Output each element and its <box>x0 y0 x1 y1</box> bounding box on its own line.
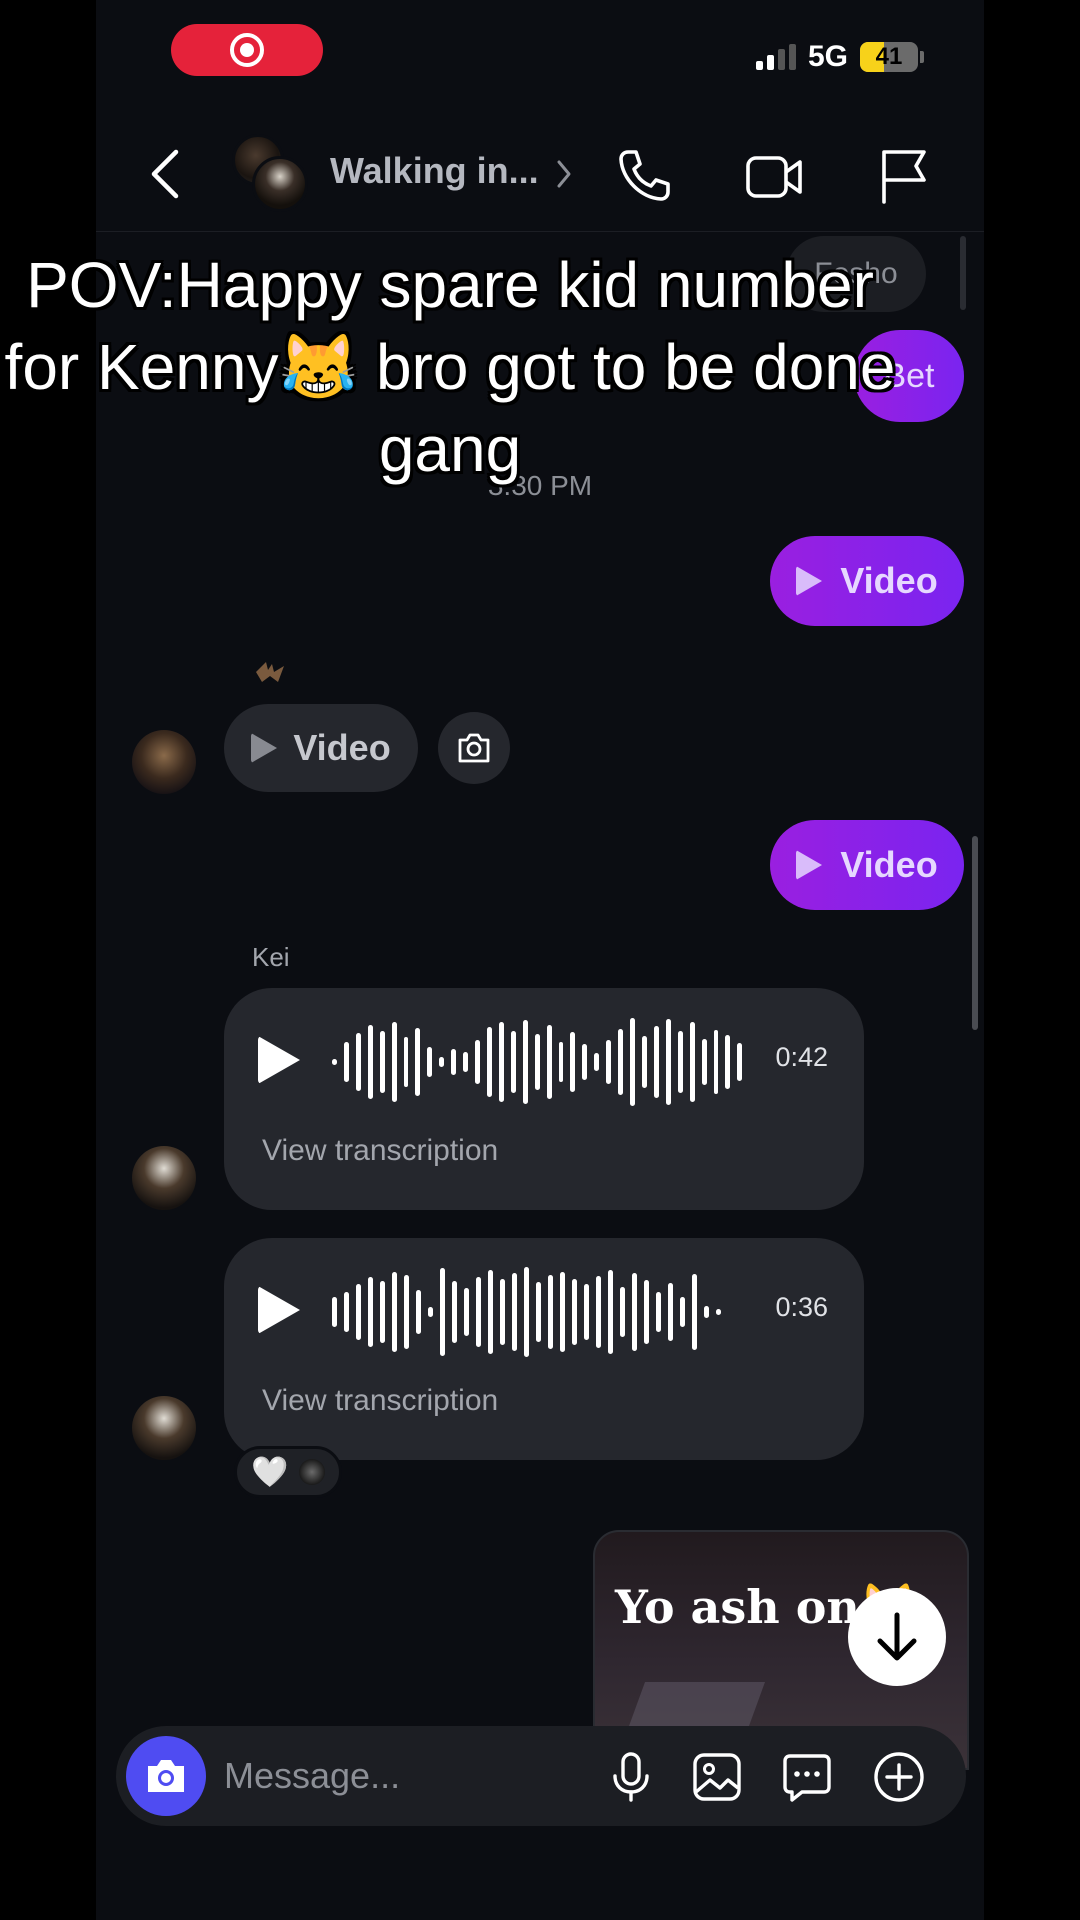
video-message-sent[interactable]: Video <box>770 820 964 910</box>
scrollbar-track <box>960 236 966 310</box>
avatar[interactable] <box>132 1396 196 1460</box>
sender-name: Kei <box>252 942 290 972</box>
scrollbar-thumb[interactable] <box>972 836 978 1030</box>
network-label: 5G <box>807 40 848 73</box>
arrow-down-icon <box>877 1612 917 1661</box>
avatar[interactable] <box>132 1146 196 1210</box>
bat-emoji-icon <box>256 662 284 682</box>
heart-reaction: 🤍 <box>251 1455 289 1489</box>
voice-duration: 0:36 <box>775 1292 828 1322</box>
play-icon <box>796 850 823 880</box>
audio-waveform[interactable] <box>332 1016 743 1108</box>
video-message-sent[interactable]: Video <box>770 536 964 626</box>
gallery-icon[interactable] <box>690 1750 744 1804</box>
play-icon <box>796 566 823 596</box>
overlay-caption: POV:Happy spare kid number for Kenny😹 br… <box>4 249 896 485</box>
camera-button[interactable] <box>126 1736 206 1816</box>
group-avatar[interactable] <box>232 134 308 212</box>
reactor-avatar <box>298 1459 325 1485</box>
chat-title[interactable]: Walking in... <box>330 150 539 192</box>
video-label: Video <box>840 844 938 885</box>
camera-icon <box>458 733 490 763</box>
voice-message[interactable]: 0:42 View transcription <box>224 988 864 1210</box>
battery-level: 41 <box>875 43 903 70</box>
back-arrow-icon[interactable] <box>146 146 186 202</box>
voice-message[interactable]: 0:36 View transcription <box>224 1238 864 1460</box>
add-icon[interactable] <box>872 1750 926 1804</box>
audio-waveform[interactable] <box>332 1266 742 1358</box>
view-transcription-link[interactable]: View transcription <box>262 1384 498 1418</box>
status-bar: 5G 41 <box>755 40 924 74</box>
video-label: Video <box>840 560 938 601</box>
camera-icon <box>148 1760 184 1792</box>
chevron-right-icon[interactable] <box>554 156 574 192</box>
record-icon <box>230 33 264 67</box>
chat-header: Walking in... <box>96 120 984 232</box>
view-transcription-link[interactable]: View transcription <box>262 1134 498 1168</box>
play-icon[interactable] <box>258 1036 300 1084</box>
screen-record-indicator[interactable] <box>171 24 323 76</box>
report-flag-icon[interactable] <box>872 144 936 208</box>
play-icon <box>251 733 278 763</box>
avatar[interactable] <box>132 730 196 794</box>
play-icon[interactable] <box>258 1286 300 1334</box>
message-composer <box>116 1726 966 1826</box>
phone-call-icon[interactable] <box>612 144 676 208</box>
message-input[interactable] <box>224 1750 584 1802</box>
battery-icon: 41 <box>860 42 918 72</box>
microphone-icon[interactable] <box>604 1750 658 1804</box>
sticker-chat-icon[interactable] <box>780 1750 834 1804</box>
signal-icon <box>755 44 796 70</box>
voice-duration: 0:42 <box>775 1042 828 1072</box>
video-message-received[interactable]: Video <box>224 704 418 792</box>
video-call-icon[interactable] <box>742 144 806 208</box>
camera-reply-button[interactable] <box>438 712 510 784</box>
video-label: Video <box>293 727 391 768</box>
message-reaction[interactable]: 🤍 <box>234 1446 342 1498</box>
scroll-to-bottom-button[interactable] <box>848 1588 946 1686</box>
